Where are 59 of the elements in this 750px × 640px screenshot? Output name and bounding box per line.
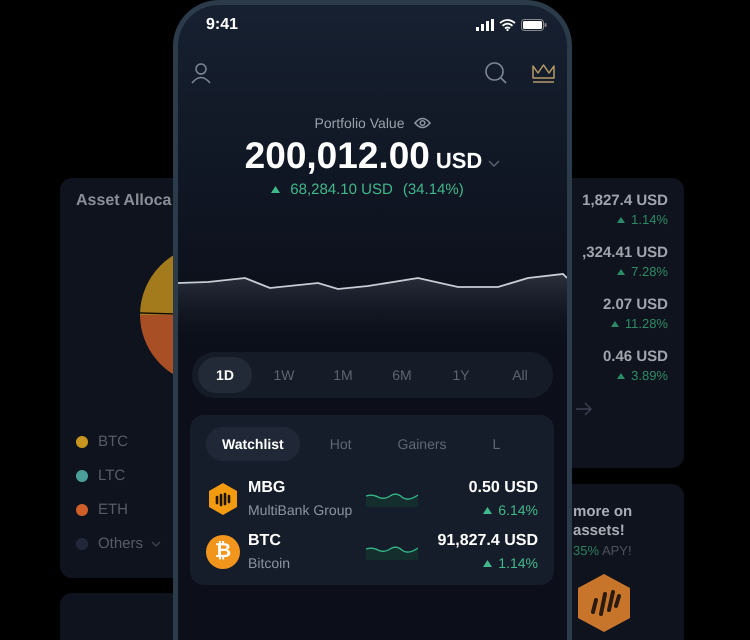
list-tab[interactable]: L (476, 427, 516, 461)
search-icon[interactable] (484, 61, 508, 85)
legend-label: LTC (98, 467, 126, 484)
price-value: 0.46 USD (602, 348, 668, 365)
battery-icon (521, 19, 547, 31)
promo-title: more on (573, 502, 634, 521)
period-tab[interactable]: 1Y (434, 357, 488, 393)
asset-change: 6.14% (498, 502, 538, 518)
sparkline (366, 490, 418, 506)
asset-symbol: MBG (248, 479, 286, 497)
list-tab[interactable]: Hot (314, 427, 368, 461)
period-tab[interactable]: 1W (257, 357, 311, 393)
signal-icon (476, 19, 494, 31)
period-tab[interactable]: 1D (198, 357, 252, 393)
list-tab[interactable]: Gainers (382, 427, 463, 461)
period-tab[interactable]: 1M (316, 357, 370, 393)
up-triangle-icon (271, 186, 280, 193)
legend-label: Others (98, 535, 144, 552)
asset-price: 91,827.4 USD (437, 532, 538, 550)
legend-label: ETH (98, 501, 128, 518)
asset-name: Bitcoin (248, 555, 292, 571)
price-value: ,324.41 USD (582, 244, 668, 261)
price-change: 7.28% (631, 264, 668, 279)
card-title: Asset Alloca (76, 192, 172, 210)
asset-change: 1.14% (498, 555, 538, 571)
up-triangle-icon (483, 506, 492, 514)
profile-icon[interactable] (190, 62, 212, 84)
portfolio-label: Portfolio Value (314, 115, 404, 131)
portfolio-value: 200,012.00 (244, 135, 430, 177)
price-value: 2.07 USD (602, 296, 668, 313)
period-tab[interactable]: 6M (375, 357, 429, 393)
asset-name: MultiBank Group (248, 502, 354, 518)
sparkline (366, 544, 418, 560)
apy-rate: 35% (573, 543, 600, 558)
promo-title: assets! (573, 521, 626, 540)
up-triangle-icon (617, 216, 626, 222)
asset-price: 0.50 USD (468, 479, 538, 497)
price-change: 3.89% (631, 368, 668, 383)
eye-icon[interactable] (414, 117, 430, 129)
up-triangle-icon (610, 320, 619, 326)
coin-icon: ₿ (206, 534, 240, 568)
up-triangle-icon (617, 268, 626, 274)
price-change: 11.28% (624, 316, 668, 331)
asset-symbol: BTC (248, 532, 282, 550)
wifi-icon (499, 19, 516, 31)
list-tab[interactable]: Watchlist (206, 427, 300, 461)
up-triangle-icon (617, 372, 626, 378)
status-time: 9:41 (206, 16, 238, 34)
legend-label: BTC (98, 433, 128, 450)
chevron-down-icon[interactable] (488, 160, 500, 168)
up-triangle-icon (483, 560, 492, 566)
price-change: 1.14% (631, 212, 668, 227)
currency-label: USD (436, 148, 482, 174)
apy-label: APY! (602, 543, 632, 558)
period-tab[interactable]: All (493, 357, 547, 393)
portfolio-change-percent: (34.14%) (402, 181, 464, 198)
portfolio-change: 68,284.10 USD (290, 181, 393, 198)
hexagon-logo-icon (206, 482, 240, 516)
price-value: 1,827.4 USD (582, 192, 668, 209)
